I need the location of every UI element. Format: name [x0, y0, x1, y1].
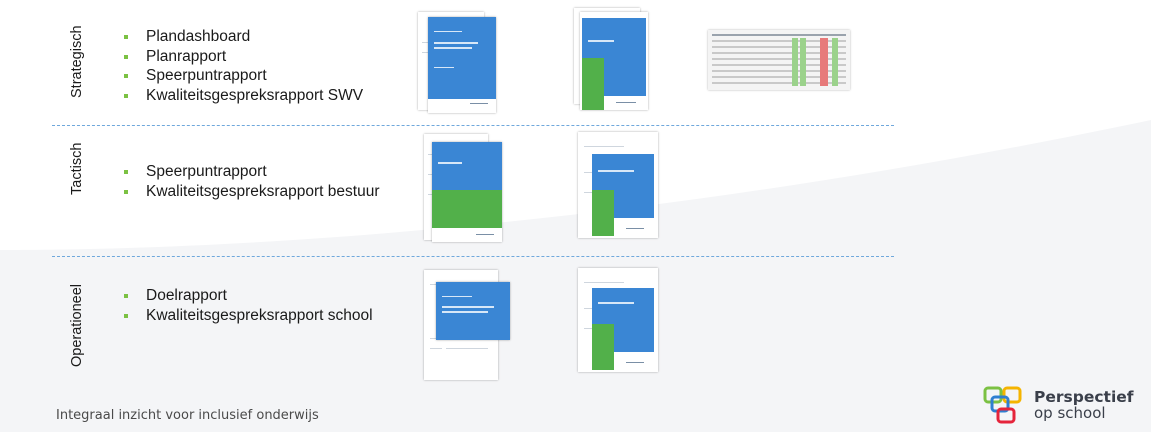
tactisch-list: Speerpuntrapport Kwaliteitsgespreksrappo… — [120, 162, 379, 201]
report-thumbnail-planrapport — [580, 12, 648, 110]
report-thumbnail-doelrapport — [436, 282, 510, 340]
section-label-tactisch: Tactisch — [69, 142, 85, 195]
section-divider — [52, 256, 894, 257]
section-label-operationeel: Operationeel — [69, 283, 85, 367]
list-item: Kwaliteitsgespreksrapport SWV — [120, 86, 363, 106]
dashboard-spreadsheet-thumbnail — [708, 30, 850, 90]
section-divider — [52, 125, 894, 126]
strategisch-list: Plandashboard Planrapport Speerpuntrappo… — [120, 27, 363, 105]
list-item: Speerpuntrapport — [120, 162, 379, 182]
list-item: Kwaliteitsgespreksrapport school — [120, 306, 373, 326]
list-item: Doelrapport — [120, 286, 373, 306]
report-thumbnail-speerpuntrapport — [432, 142, 502, 242]
list-item: Speerpuntrapport — [120, 66, 363, 86]
operationeel-list: Doelrapport Kwaliteitsgespreksrapport sc… — [120, 286, 373, 325]
section-label-strategisch: Strategisch — [69, 25, 85, 98]
logo-line1: Perspectief — [1034, 388, 1134, 406]
report-thumbnail-kwaliteitsgesprek-school — [578, 268, 658, 372]
report-thumbnail-kwaliteitsgesprek-bestuur — [578, 132, 658, 238]
footer-tagline: Integraal inzicht voor inclusief onderwi… — [56, 408, 319, 423]
logo-text: Perspectief op school — [1034, 389, 1134, 421]
list-item: Kwaliteitsgespreksrapport bestuur — [120, 182, 379, 202]
list-item: Plandashboard — [120, 27, 363, 47]
report-thumbnail-plandashboard — [428, 17, 496, 113]
logo-line2: op school — [1034, 404, 1106, 422]
list-item: Planrapport — [120, 47, 363, 67]
